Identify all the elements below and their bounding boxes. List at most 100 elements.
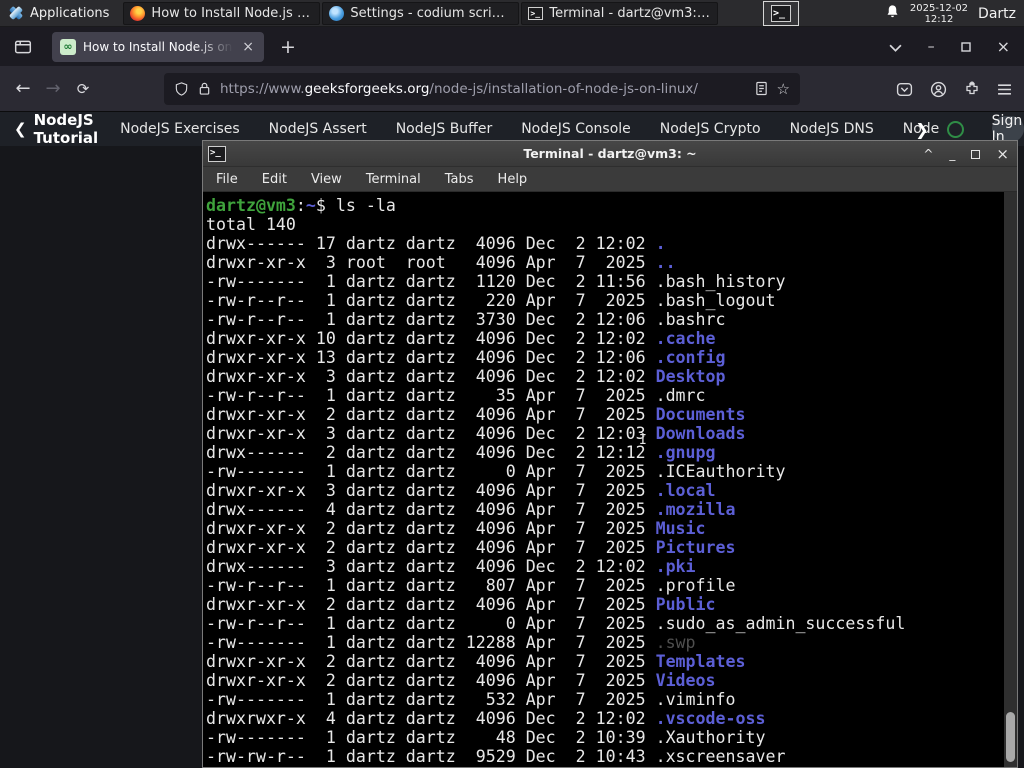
site-nav-item[interactable]: NodeJS Console xyxy=(521,121,631,137)
file-name: .sudo_as_admin_successful xyxy=(655,614,906,633)
directory-name: .cache xyxy=(655,329,716,348)
scrollbar-thumb[interactable] xyxy=(1006,712,1015,762)
taskbar-button[interactable]: Settings - codium script... xyxy=(322,1,520,25)
ls-row: -rw-r--r-- 1 dartz dartz 0 Apr 7 2025 .s… xyxy=(206,614,1004,633)
terminal-menu-view[interactable]: View xyxy=(311,172,342,187)
ls-row: drwxr-xr-x 2 dartz dartz 4096 Apr 7 2025… xyxy=(206,671,1004,690)
terminal-window-controls: ^ _ × xyxy=(923,141,1009,167)
browser-close-button[interactable]: × xyxy=(997,37,1010,56)
ls-row-meta: drwxr-xr-x 3 dartz dartz 4096 Apr 7 2025 xyxy=(206,481,656,500)
directory-name: Templates xyxy=(655,652,746,671)
file-name: .xscreensaver xyxy=(655,747,786,766)
terminal-menu-terminal[interactable]: Terminal xyxy=(366,172,421,187)
ls-row-meta: drwxr-xr-x 2 dartz dartz 4096 Apr 7 2025 xyxy=(206,671,656,690)
forward-button[interactable]: → xyxy=(38,74,68,104)
taskbar-button-label: Settings - codium script... xyxy=(350,5,513,21)
ls-row-meta: -rw-r--r-- 1 dartz dartz 220 Apr 7 2025 xyxy=(206,291,656,310)
ls-row: drwxr-xr-x 2 dartz dartz 4096 Apr 7 2025… xyxy=(206,595,1004,614)
terminal-minimize-button[interactable]: _ xyxy=(949,147,955,161)
directory-name: .config xyxy=(655,348,726,367)
directory-name: .mozilla xyxy=(655,500,736,519)
shade-button[interactable]: ^ xyxy=(923,147,933,161)
terminal-scrollbar[interactable] xyxy=(1004,192,1017,767)
terminal-menu-file[interactable]: File xyxy=(216,172,238,187)
ls-row-meta: drwx------ 17 dartz dartz 4096 Dec 2 12:… xyxy=(206,234,656,253)
directory-name: .gnupg xyxy=(655,443,716,462)
firefox-view-icon[interactable] xyxy=(8,34,38,60)
sign-in-button[interactable]: Sign In xyxy=(991,113,1024,145)
prompt-path: ~ xyxy=(305,196,316,215)
site-nav-items: NodeJS Exercises NodeJS Assert NodeJS Buff… xyxy=(120,121,939,137)
lock-icon[interactable] xyxy=(198,81,211,96)
new-tab-button[interactable]: + xyxy=(280,36,296,58)
pocket-icon[interactable] xyxy=(896,81,913,98)
terminal-close-button[interactable]: × xyxy=(996,145,1009,163)
ls-row: drwxr-xr-x 3 dartz dartz 4096 Apr 7 2025… xyxy=(206,481,1004,500)
applications-label: Applications xyxy=(30,5,110,21)
ls-row: drwxr-xr-x 2 dartz dartz 4096 Apr 7 2025… xyxy=(206,652,1004,671)
ls-row-meta: drwx------ 3 dartz dartz 4096 Dec 2 12:0… xyxy=(206,557,656,576)
url-bar[interactable]: https://www.geeksforgeeks.org/node-js/in… xyxy=(164,72,800,105)
clock-time: 12:12 xyxy=(924,13,954,25)
terminal-menu-edit[interactable]: Edit xyxy=(262,172,287,187)
terminal-output[interactable]: dartz@vm3:~$ ls -la total 140 drwx------ 1… xyxy=(203,192,1004,767)
ls-row-meta: drwxrwxr-x 4 dartz dartz 4096 Dec 2 12:0… xyxy=(206,709,656,728)
ls-row: -rw-r--r-- 1 dartz dartz 807 Apr 7 2025 … xyxy=(206,576,1004,595)
ls-row: drwxr-xr-x 10 dartz dartz 4096 Dec 2 12:… xyxy=(206,329,1004,348)
shield-icon[interactable] xyxy=(174,81,189,97)
applications-menu-button[interactable]: Applications xyxy=(0,0,117,26)
url-text[interactable]: https://www.geeksforgeeks.org/node-js/in… xyxy=(220,81,746,97)
taskbar-button[interactable]: >_ Terminal - dartz@vm3: ~ xyxy=(521,1,719,25)
prompt-colon: : xyxy=(295,196,306,215)
mouse-text-cursor: I xyxy=(639,433,647,448)
browser-maximize-button[interactable] xyxy=(960,37,971,56)
directory-name: Pictures xyxy=(655,538,736,557)
ls-row: -rw-r--r-- 1 dartz dartz 35 Apr 7 2025 .… xyxy=(206,386,1004,405)
site-nav-item[interactable]: NodeJS Assert xyxy=(269,121,367,137)
menu-hamburger-icon[interactable] xyxy=(997,83,1012,96)
file-name: .swp xyxy=(655,633,696,652)
site-nav-item[interactable]: NodeJS Exercises xyxy=(120,121,240,137)
ls-row-meta: -rw-rw-r-- 1 dartz dartz 9529 Dec 2 10:4… xyxy=(206,747,656,766)
terminal-menu-tabs[interactable]: Tabs xyxy=(445,172,474,187)
terminal-menu-help[interactable]: Help xyxy=(498,172,528,187)
terminal-title: Terminal - dartz@vm3: ~ xyxy=(523,146,697,161)
ls-row-meta: -rw-r--r-- 1 dartz dartz 3730 Dec 2 12:0… xyxy=(206,310,656,329)
file-name: .viminfo xyxy=(655,690,736,709)
reload-button[interactable]: ⟳ xyxy=(68,74,98,104)
terminal-titlebar[interactable]: >_ Terminal - dartz@vm3: ~ ^ _ × xyxy=(203,141,1017,167)
ls-row: -rw------- 1 dartz dartz 1120 Dec 2 11:5… xyxy=(206,272,1004,291)
ls-row: drwx------ 3 dartz dartz 4096 Dec 2 12:0… xyxy=(206,557,1004,576)
tab-close-icon[interactable]: × xyxy=(240,39,256,55)
ls-row: drwx------ 17 dartz dartz 4096 Dec 2 12:… xyxy=(206,234,1004,253)
site-nav-back[interactable]: ❮ NodeJS Tutorial xyxy=(14,111,98,147)
reader-mode-icon[interactable] xyxy=(755,81,768,96)
ls-row: -rw-r--r-- 1 dartz dartz 220 Apr 7 2025 … xyxy=(206,291,1004,310)
terminal-maximize-button[interactable] xyxy=(971,149,981,159)
directory-name: .vscode-oss xyxy=(655,709,766,728)
directory-name: Public xyxy=(655,595,716,614)
account-icon[interactable] xyxy=(930,81,947,98)
file-name: .dmrc xyxy=(655,386,706,405)
search-icon[interactable] xyxy=(946,120,964,138)
user-label: Dartz xyxy=(978,5,1016,22)
file-name: .bash_logout xyxy=(655,291,776,310)
file-name: .bashrc xyxy=(655,310,726,329)
ls-row: drwx------ 2 dartz dartz 4096 Dec 2 12:1… xyxy=(206,443,1004,462)
browser-tab[interactable]: ∞ How to Install Node.js on... × xyxy=(52,31,264,62)
site-nav-item[interactable]: NodeJS Buffer xyxy=(396,121,493,137)
ls-row-meta: -rw-r--r-- 1 dartz dartz 35 Apr 7 2025 xyxy=(206,386,656,405)
panel-clock[interactable]: 2025-12-02 12:12 xyxy=(910,3,968,25)
list-tabs-chevron-icon[interactable] xyxy=(889,37,902,56)
back-button[interactable]: ← xyxy=(8,74,38,104)
terminal-launcher[interactable]: >_ xyxy=(763,1,799,26)
notification-bell-icon[interactable] xyxy=(885,4,900,23)
taskbar-button[interactable]: How to Install Node.js o... xyxy=(123,1,321,25)
extensions-icon[interactable] xyxy=(964,81,980,97)
browser-minimize-button[interactable]: – xyxy=(928,39,935,55)
chevron-right-icon[interactable]: ❯ xyxy=(915,120,928,139)
ls-row: drwxr-xr-x 13 dartz dartz 4096 Dec 2 12:… xyxy=(206,348,1004,367)
bookmark-star-icon[interactable]: ☆ xyxy=(777,80,790,98)
site-nav-item[interactable]: NodeJS DNS xyxy=(790,121,874,137)
site-nav-item[interactable]: NodeJS Crypto xyxy=(660,121,761,137)
